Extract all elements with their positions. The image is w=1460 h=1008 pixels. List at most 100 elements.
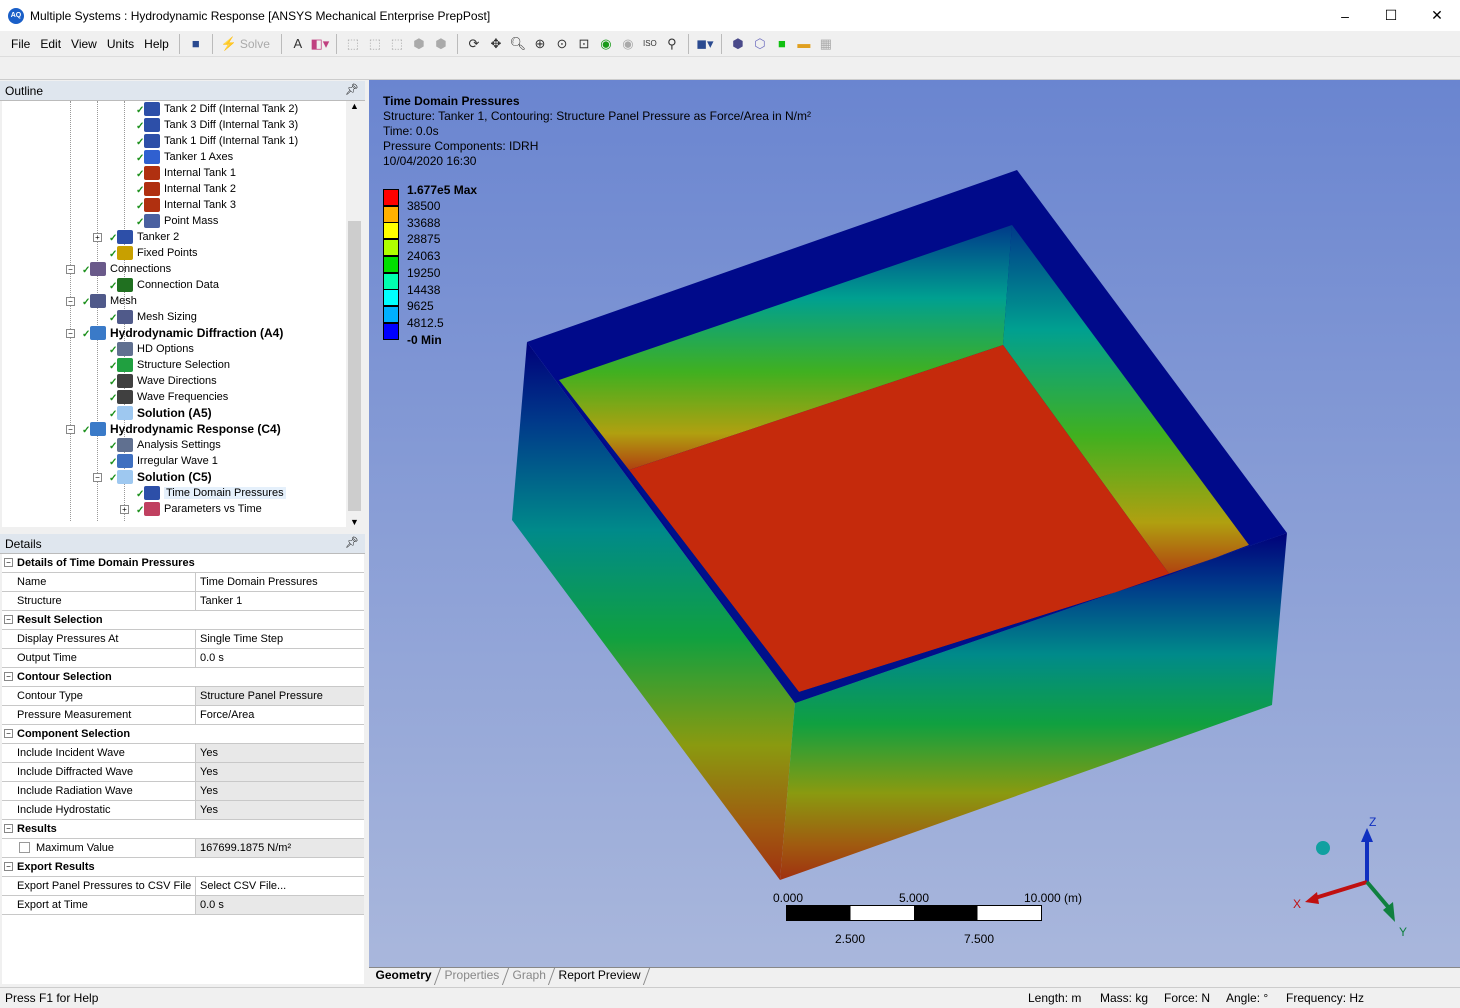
- maximize-button[interactable]: ☐: [1368, 0, 1414, 31]
- tree-item[interactable]: Tanker 2: [117, 229, 179, 245]
- collapse-icon[interactable]: −: [66, 425, 75, 434]
- property-value[interactable]: Structure Panel Pressure: [196, 687, 364, 705]
- tree-item[interactable]: Internal Tank 2: [144, 181, 236, 197]
- tree-item[interactable]: Mesh Sizing: [117, 309, 197, 325]
- menu-help[interactable]: Help: [139, 37, 174, 51]
- details-row[interactable]: Output Time 0.0 s: [2, 649, 364, 668]
- tree-item[interactable]: Hydrodynamic Diffraction (A4): [90, 325, 283, 341]
- menu-units[interactable]: Units: [102, 37, 139, 51]
- scroll-up-icon[interactable]: ▲: [346, 101, 363, 111]
- property-value[interactable]: Yes: [196, 782, 364, 800]
- zoom-icon[interactable]: 🔍︎: [507, 34, 529, 54]
- collapse-icon[interactable]: −: [66, 265, 75, 274]
- shaded-icon[interactable]: ■: [771, 34, 793, 54]
- details-row[interactable]: Include Hydrostatic Yes: [2, 801, 364, 820]
- details-group-header[interactable]: − Component Selection: [2, 725, 364, 744]
- rotate-icon[interactable]: ⟳: [463, 34, 485, 54]
- details-group-header[interactable]: − Results: [2, 820, 364, 839]
- tree-item[interactable]: Fixed Points: [117, 245, 198, 261]
- outline-scrollbar[interactable]: ▲ ▼: [346, 101, 363, 527]
- tree-item[interactable]: Point Mass: [144, 213, 218, 229]
- collapse-icon[interactable]: −: [4, 558, 13, 567]
- details-row[interactable]: Export Panel Pressures to CSV File Select…: [2, 877, 364, 896]
- view-cube-icon[interactable]: ◼▾: [694, 34, 716, 54]
- menu-view[interactable]: View: [66, 37, 102, 51]
- collapse-icon[interactable]: −: [4, 672, 13, 681]
- menu-file[interactable]: File: [6, 37, 35, 51]
- select-mode-icon[interactable]: ⬚: [364, 34, 386, 54]
- tree-item[interactable]: Solution (A5): [117, 405, 212, 421]
- iso-view-icon[interactable]: ISO: [639, 34, 661, 54]
- tree-item[interactable]: Tank 2 Diff (Internal Tank 2): [144, 101, 298, 117]
- color-palette-icon[interactable]: ◧▾: [309, 34, 331, 54]
- zoom-previous-icon[interactable]: ◉: [595, 34, 617, 54]
- expand-icon[interactable]: +: [120, 505, 129, 514]
- tree-item[interactable]: Connections: [90, 261, 171, 277]
- expand-icon[interactable]: +: [93, 233, 102, 242]
- property-value[interactable]: Yes: [196, 801, 364, 819]
- details-row[interactable]: Name Time Domain Pressures: [2, 573, 364, 592]
- tree-item[interactable]: Solution (C5): [117, 469, 212, 485]
- save-icon[interactable]: ■: [185, 34, 207, 54]
- collapse-icon[interactable]: −: [4, 862, 13, 871]
- property-value[interactable]: 0.0 s: [196, 896, 364, 914]
- select-body-icon[interactable]: ⬢: [408, 34, 430, 54]
- zoom-fit-icon[interactable]: ⊡: [573, 34, 595, 54]
- tree-item[interactable]: Tank 1 Diff (Internal Tank 1): [144, 133, 298, 149]
- details-row[interactable]: Pressure Measurement Force/Area: [2, 706, 364, 725]
- minimize-button[interactable]: –: [1322, 0, 1368, 31]
- pin-icon[interactable]: 📌︎: [345, 83, 359, 96]
- tree-item[interactable]: Analysis Settings: [117, 437, 221, 453]
- look-at-icon[interactable]: ⚲: [661, 34, 683, 54]
- details-row[interactable]: Contour Type Structure Panel Pressure: [2, 687, 364, 706]
- tree-item[interactable]: Structure Selection: [117, 357, 230, 373]
- property-value[interactable]: Time Domain Pressures: [196, 573, 364, 591]
- details-row[interactable]: Include Incident Wave Yes: [2, 744, 364, 763]
- details-group-header[interactable]: − Details of Time Domain Pressures: [2, 554, 364, 573]
- tree-item[interactable]: Internal Tank 3: [144, 197, 236, 213]
- details-row[interactable]: Maximum Value 167699.1875 N/m²: [2, 839, 364, 858]
- zoom-in-icon[interactable]: ⊕: [529, 34, 551, 54]
- select-icon[interactable]: ⬚: [342, 34, 364, 54]
- solve-button[interactable]: Solve: [240, 37, 270, 51]
- zoom-box-icon[interactable]: ⊙: [551, 34, 573, 54]
- zoom-next-icon[interactable]: ◉: [617, 34, 639, 54]
- tab-geometry[interactable]: Geometry: [365, 968, 442, 985]
- scroll-down-icon[interactable]: ▼: [346, 517, 363, 527]
- tree-item[interactable]: Parameters vs Time: [144, 501, 262, 517]
- collapse-icon[interactable]: −: [93, 473, 102, 482]
- property-value[interactable]: Single Time Step: [196, 630, 364, 648]
- details-group-header[interactable]: − Export Results: [2, 858, 364, 877]
- scroll-thumb[interactable]: [348, 221, 361, 511]
- tree-item[interactable]: Mesh: [90, 293, 137, 309]
- mesh-icon[interactable]: ▦: [815, 34, 837, 54]
- details-row[interactable]: Structure Tanker 1: [2, 592, 364, 611]
- tree-item[interactable]: Wave Frequencies: [117, 389, 228, 405]
- details-group-header[interactable]: − Contour Selection: [2, 668, 364, 687]
- wireframe-icon[interactable]: ⬢: [727, 34, 749, 54]
- property-value[interactable]: Force/Area: [196, 706, 364, 724]
- water-surface-icon[interactable]: ▬: [793, 34, 815, 54]
- graphics-viewport[interactable]: Time Domain Pressures Structure: Tanker …: [369, 80, 1460, 967]
- tree-item[interactable]: Time Domain Pressures: [144, 485, 286, 501]
- collapse-icon[interactable]: −: [4, 729, 13, 738]
- tab-graph[interactable]: Graph: [502, 968, 556, 985]
- collapse-icon[interactable]: −: [66, 329, 75, 338]
- property-value[interactable]: Yes: [196, 763, 364, 781]
- property-value[interactable]: Select CSV File...: [196, 877, 364, 895]
- tree-item[interactable]: Internal Tank 1: [144, 165, 236, 181]
- details-row[interactable]: Include Radiation Wave Yes: [2, 782, 364, 801]
- menu-edit[interactable]: Edit: [35, 37, 66, 51]
- tree-item[interactable]: HD Options: [117, 341, 194, 357]
- close-button[interactable]: ✕: [1414, 0, 1460, 31]
- tab-properties[interactable]: Properties: [434, 968, 509, 985]
- collapse-icon[interactable]: −: [4, 824, 13, 833]
- property-value[interactable]: Yes: [196, 744, 364, 762]
- tree-item[interactable]: Irregular Wave 1: [117, 453, 218, 469]
- property-value[interactable]: 0.0 s: [196, 649, 364, 667]
- tree-item[interactable]: Tanker 1 Axes: [144, 149, 233, 165]
- annotation-icon[interactable]: A: [287, 34, 309, 54]
- details-row[interactable]: Display Pressures At Single Time Step: [2, 630, 364, 649]
- property-value[interactable]: Tanker 1: [196, 592, 364, 610]
- collapse-icon[interactable]: −: [66, 297, 75, 306]
